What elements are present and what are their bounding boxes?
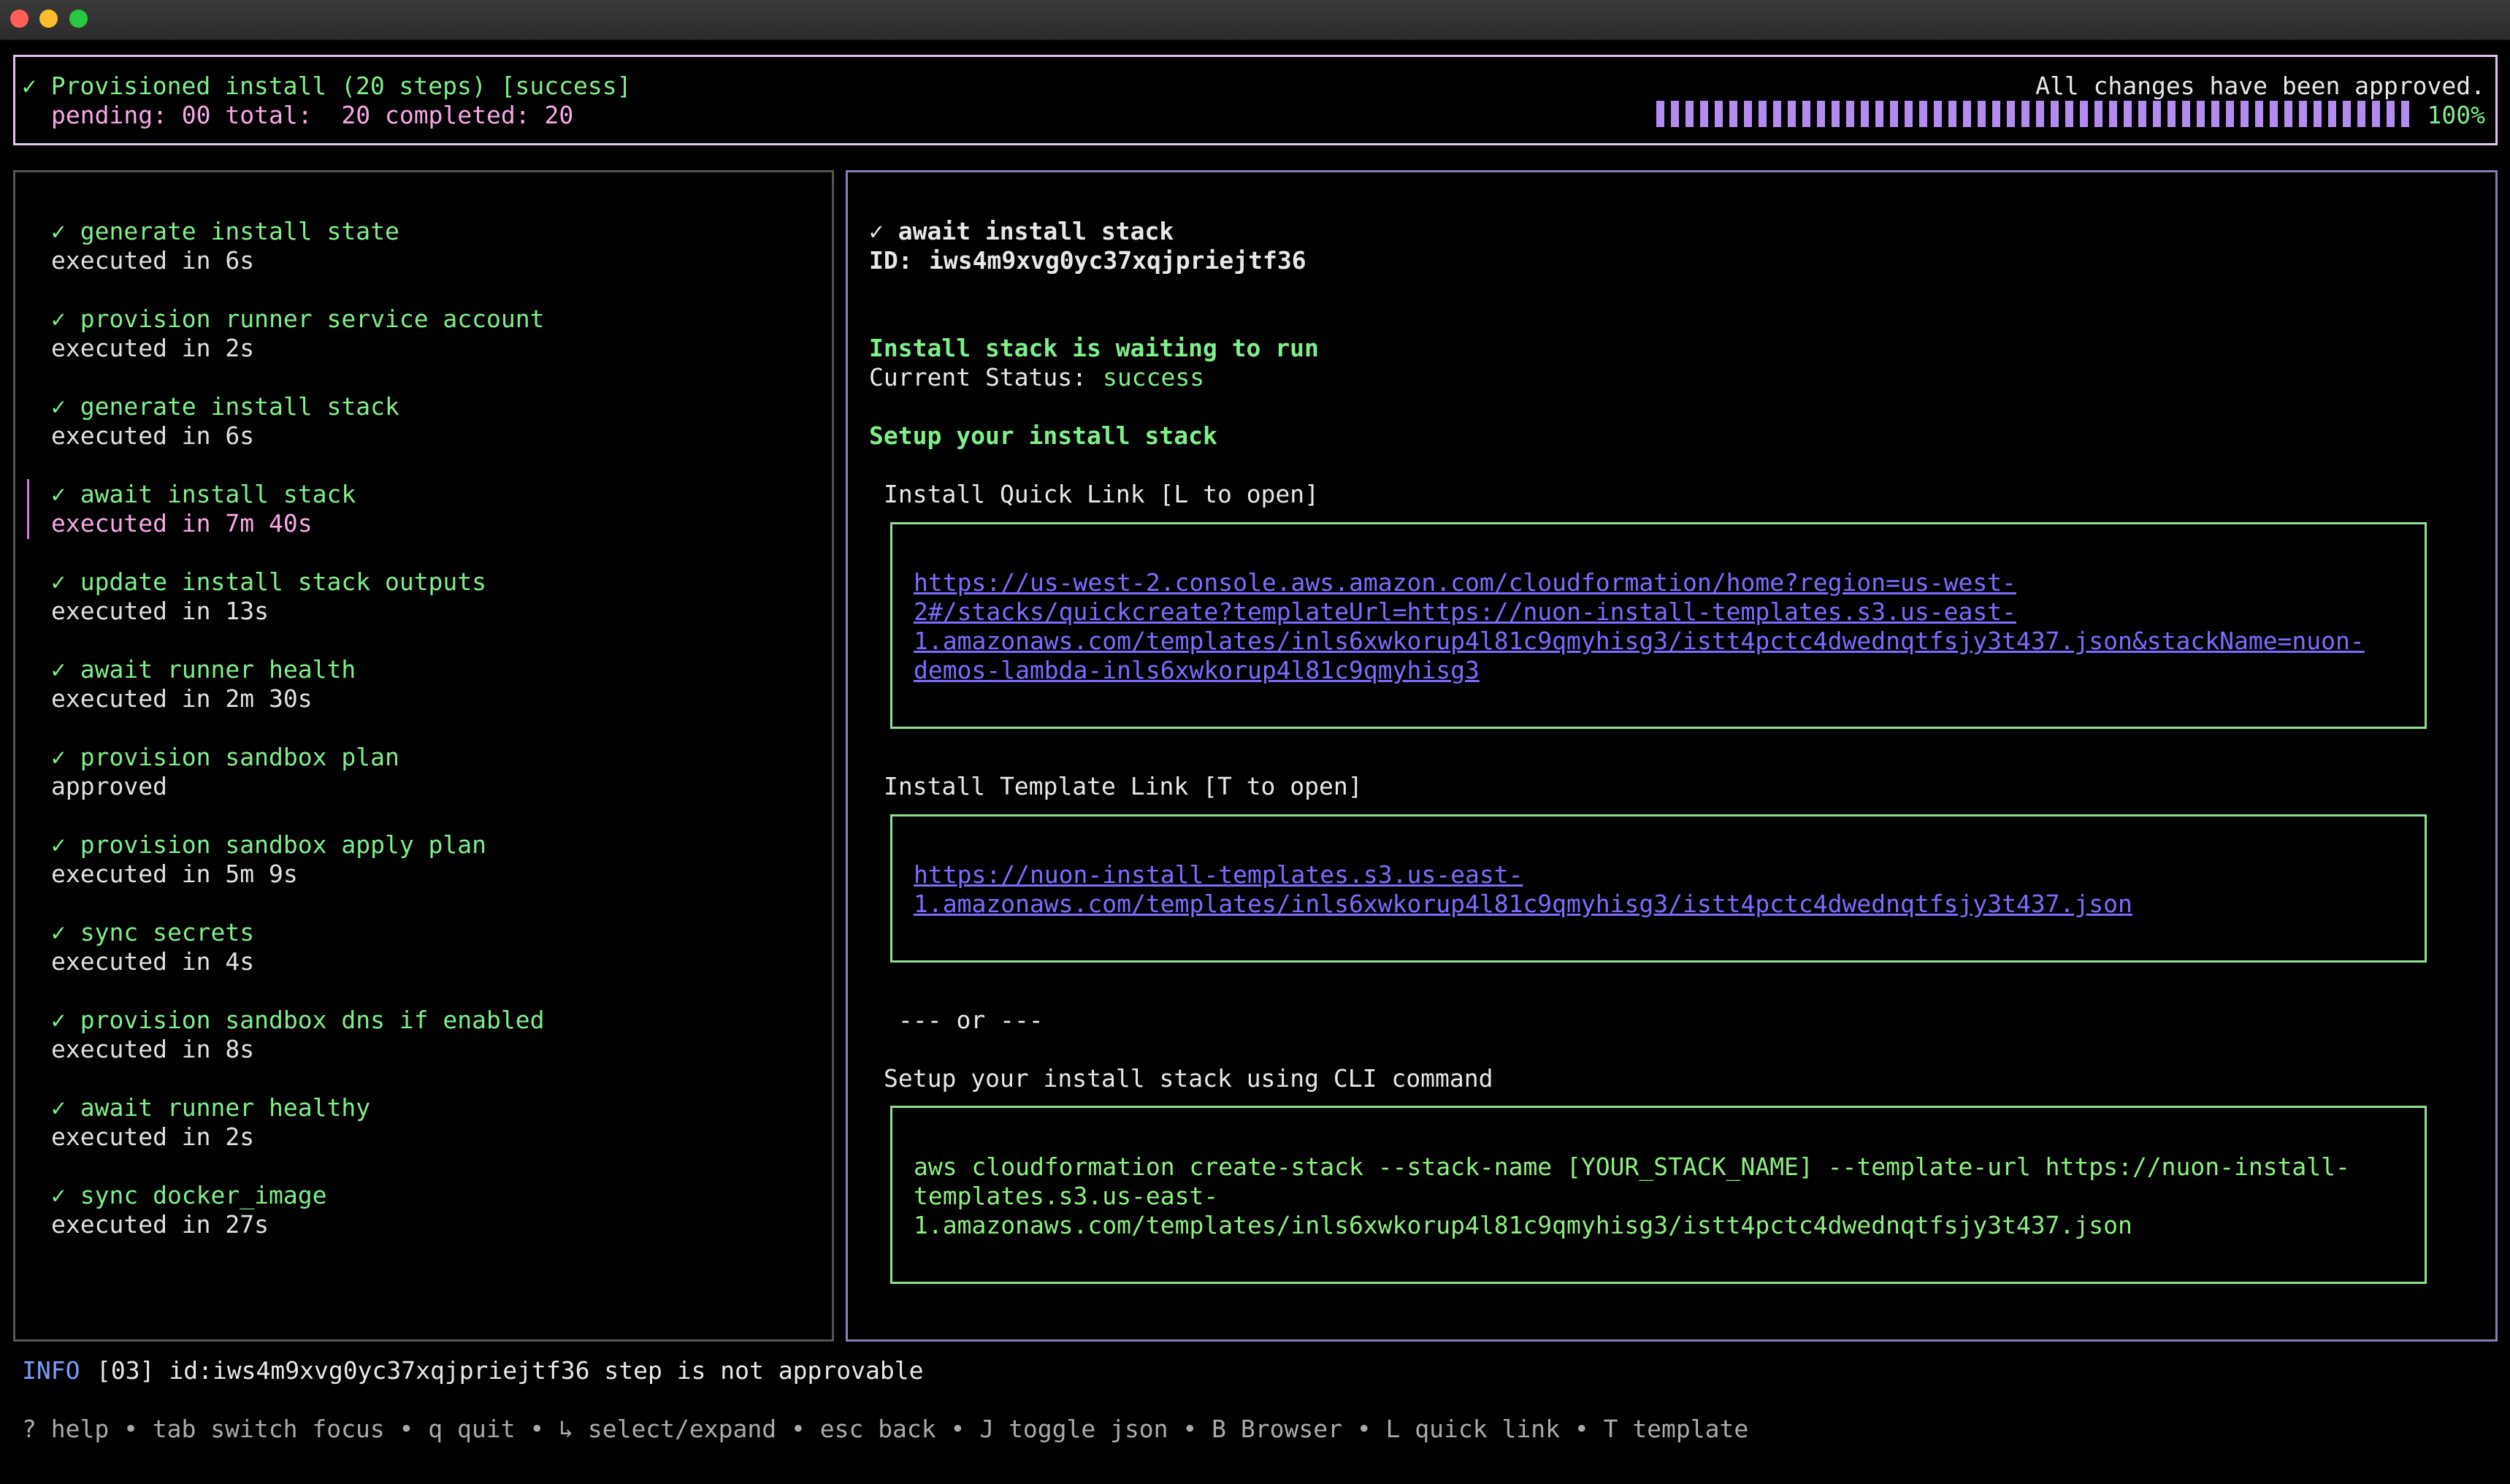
template-link-box: https://nuon-install-templates.s3.us-eas… bbox=[890, 814, 2427, 963]
step-detail: executed in 6s bbox=[51, 421, 255, 450]
template-link-url-line[interactable]: https://nuon-install-templates.s3.us-eas… bbox=[914, 860, 1523, 890]
step-name: ✓ generate install state bbox=[51, 217, 399, 245]
detail-id-value: iws4m9xvg0yc37xqjpriejtf36 bbox=[929, 246, 1306, 275]
summary-title: ✓ Provisioned install (20 steps) [succes… bbox=[22, 72, 632, 100]
setup-heading: Setup your install stack bbox=[869, 421, 1217, 450]
step-detail: executed in 6s bbox=[51, 246, 255, 275]
step-name: ✓ await install stack bbox=[51, 480, 356, 508]
step-name: ✓ provision runner service account bbox=[51, 305, 545, 333]
step-detail: executed in 2m 30s bbox=[51, 684, 313, 713]
step-detail: executed in 7m 40s bbox=[51, 509, 313, 538]
minimize-window-button[interactable] bbox=[39, 9, 58, 28]
step-name: ✓ await runner healthy bbox=[51, 1093, 371, 1122]
or-separator: --- or --- bbox=[898, 1006, 1044, 1034]
step-name: ✓ provision sandbox dns if enabled bbox=[51, 1006, 545, 1034]
step-name: ✓ generate install stack bbox=[51, 392, 399, 421]
template-link-url-line[interactable]: 1.amazonaws.com/templates/inls6xwkorup4l… bbox=[914, 890, 2132, 919]
cli-label: Setup your install stack using CLI comma… bbox=[884, 1064, 1493, 1093]
cli-command-box: aws cloudformation create-stack --stack-… bbox=[890, 1106, 2427, 1284]
detail-title: ✓ await install stack bbox=[869, 217, 1174, 245]
status-level: INFO bbox=[22, 1356, 80, 1385]
summary-counts: pending: 00 total: 20 completed: 20 bbox=[51, 101, 574, 129]
step-name: ✓ update install stack outputs bbox=[51, 567, 487, 596]
step-detail: approved bbox=[51, 772, 167, 800]
close-window-button[interactable] bbox=[10, 9, 28, 28]
template-link-label: Install Template Link [T to open] bbox=[884, 772, 1363, 800]
detail-id-label: ID: bbox=[869, 246, 913, 275]
step-name: ✓ provision sandbox plan bbox=[51, 743, 399, 771]
step-detail: executed in 13s bbox=[51, 597, 269, 625]
quick-link-box: https://us-west-2.console.aws.amazon.com… bbox=[890, 522, 2427, 729]
progress-percent: 100% bbox=[2427, 101, 2485, 129]
step-name: ✓ provision sandbox apply plan bbox=[51, 830, 487, 859]
step-detail: executed in 2s bbox=[51, 1122, 255, 1151]
quick-link-url-line[interactable]: 1.amazonaws.com/templates/inls6xwkorup4l… bbox=[914, 627, 2365, 656]
cli-command-line: aws cloudformation create-stack --stack-… bbox=[914, 1152, 2350, 1181]
step-detail: executed in 4s bbox=[51, 947, 255, 976]
quick-link-label: Install Quick Link [L to open] bbox=[884, 480, 1320, 508]
status-message: [03] id:iws4m9xvg0yc37xqjpriejtf36 step … bbox=[96, 1356, 924, 1385]
step-name: ✓ await runner health bbox=[51, 655, 356, 684]
quick-link-url-line[interactable]: https://us-west-2.console.aws.amazon.com… bbox=[914, 568, 2016, 597]
zoom-window-button[interactable] bbox=[69, 9, 88, 28]
step-name: ✓ sync secrets bbox=[51, 918, 255, 946]
waiting-heading: Install stack is waiting to run bbox=[869, 334, 1319, 362]
step-detail: executed in 27s bbox=[51, 1210, 269, 1239]
step-name: ✓ sync docker_image bbox=[51, 1181, 327, 1209]
progress-bar bbox=[1656, 101, 2413, 127]
window-titlebar bbox=[0, 0, 2510, 40]
status-label: Current Status: bbox=[869, 363, 1087, 391]
quick-link-url-line[interactable]: 2#/stacks/quickcreate?templateUrl=https:… bbox=[914, 597, 2016, 627]
selected-step-indicator bbox=[27, 479, 29, 539]
step-detail: executed in 2s bbox=[51, 334, 255, 362]
step-detail: executed in 8s bbox=[51, 1035, 255, 1063]
step-detail: executed in 5m 9s bbox=[51, 860, 298, 888]
cli-command-line: 1.amazonaws.com/templates/inls6xwkorup4l… bbox=[914, 1211, 2132, 1239]
cli-command-line: templates.s3.us-east- bbox=[914, 1182, 1219, 1210]
status-value: success bbox=[1103, 363, 1205, 391]
approval-message: All changes have been approved. bbox=[2035, 72, 2485, 100]
quick-link-url-line[interactable]: demos-lambda-inls6xwkorup4l81c9qmyhisg3 bbox=[914, 656, 1480, 685]
keybinding-help: ? help • tab switch focus • q quit • ↳ s… bbox=[22, 1415, 1749, 1443]
